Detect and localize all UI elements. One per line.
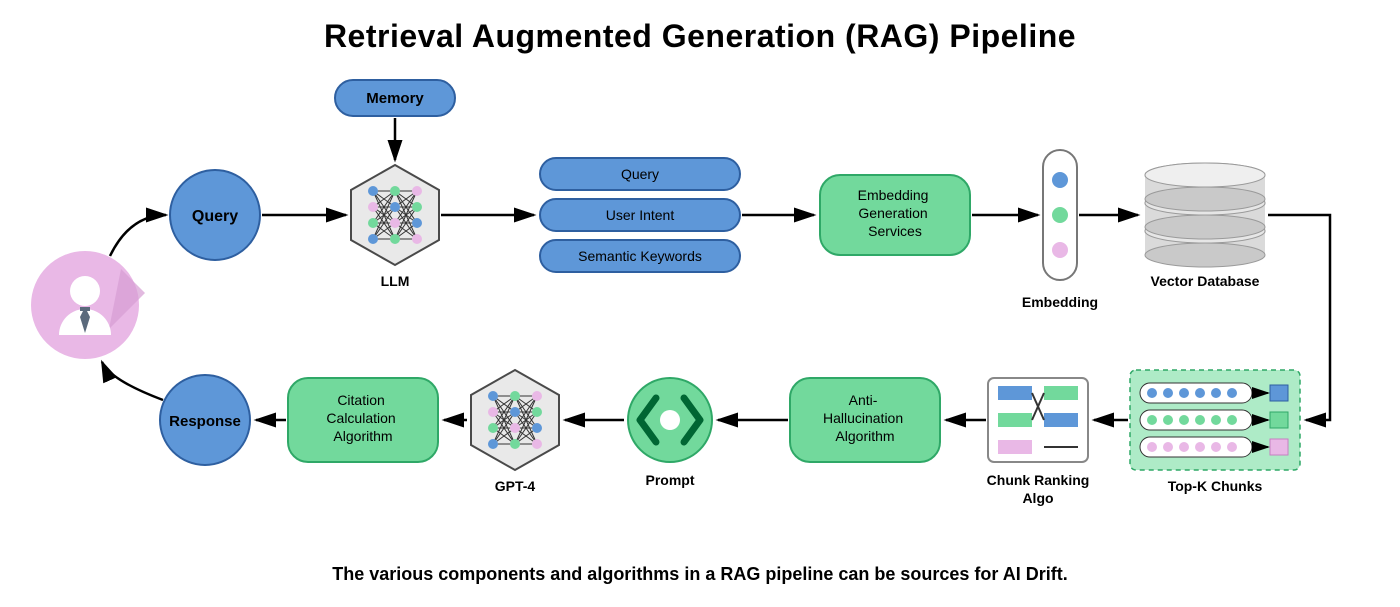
response-label: Response <box>169 413 241 430</box>
svg-text:Embedding Generation: Embedding Generation Services <box>858 187 933 239</box>
memory-label: Memory <box>366 90 424 107</box>
query-node: Query <box>170 170 260 260</box>
embedding-node <box>1043 150 1077 280</box>
user-icon <box>31 251 145 359</box>
keywords-pill: Semantic Keywords <box>540 240 740 272</box>
query-label: Query <box>192 208 238 225</box>
chunk-rank-label: Chunk Ranking Algo <box>978 472 1098 507</box>
llm-label: LLM <box>370 273 420 289</box>
prompt-node <box>628 378 712 462</box>
vector-db-label: Vector Database <box>1140 273 1270 289</box>
prompt-label: Prompt <box>635 472 705 488</box>
anti-hallucination-node: Anti- Hallucination Algorithm <box>790 378 940 462</box>
topk-node <box>1130 370 1300 470</box>
stack-intent-label: User Intent <box>606 207 675 223</box>
embed-service-node: Embedding Generation Services <box>820 175 970 255</box>
query-pill: Query <box>540 158 740 190</box>
stack-query-label: Query <box>621 166 659 182</box>
citation-node: Citation Calculation Algorithm <box>288 378 438 462</box>
memory-node: Memory <box>335 80 455 116</box>
stack-keywords-label: Semantic Keywords <box>578 248 702 264</box>
intent-pill: User Intent <box>540 199 740 231</box>
chunk-rank-node <box>988 378 1088 462</box>
topk-label: Top-K Chunks <box>1150 478 1280 494</box>
gpt4-label: GPT-4 <box>485 478 545 494</box>
vector-db-icon <box>1145 163 1265 267</box>
diagram-canvas: Query Memory <box>0 0 1400 607</box>
embedding-label: Embedding <box>1010 294 1110 310</box>
svg-text:Citation Calculation: Citation Calculation Algorithm <box>326 392 399 444</box>
diagram-caption: The various components and algorithms in… <box>0 564 1400 585</box>
llm-node <box>351 165 439 265</box>
diagram-title: Retrieval Augmented Generation (RAG) Pip… <box>0 18 1400 55</box>
gpt4-node <box>471 370 559 470</box>
response-node: Response <box>160 375 250 465</box>
